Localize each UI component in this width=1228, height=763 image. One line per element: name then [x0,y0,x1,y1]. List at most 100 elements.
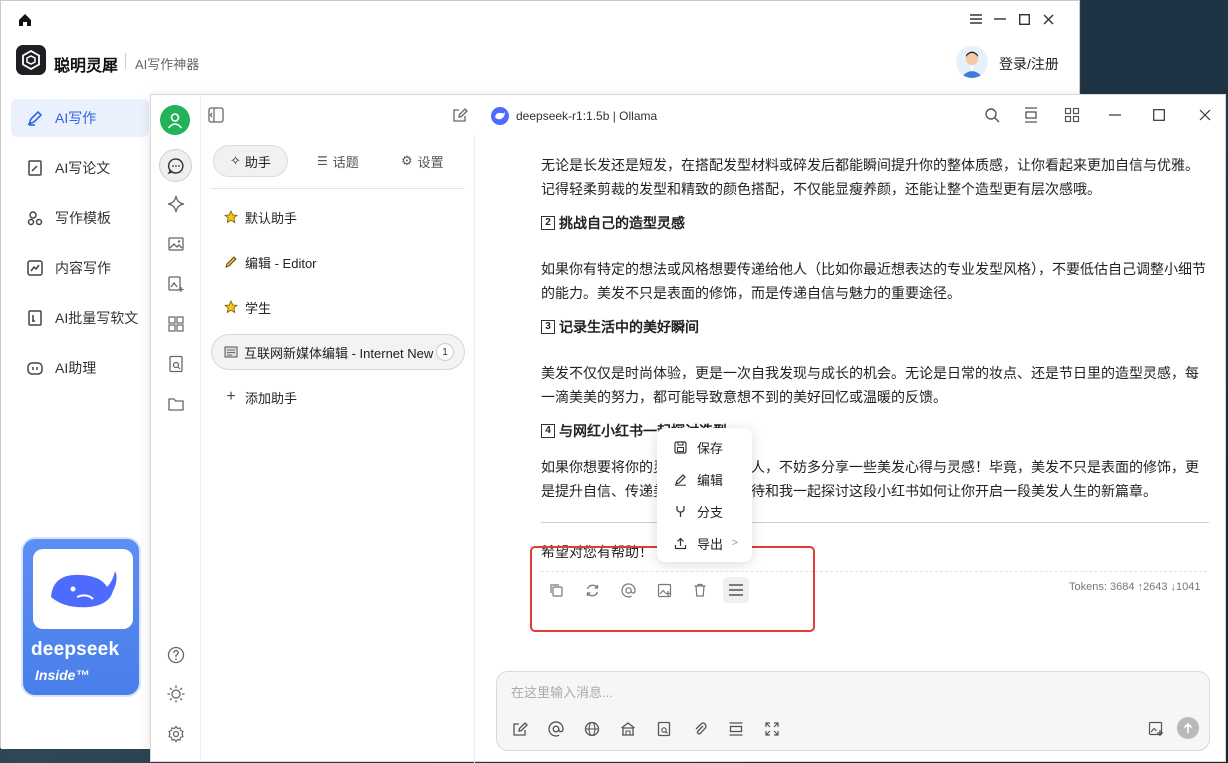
menu-item-edit[interactable]: 编辑 [657,464,752,494]
sidebar-item-batch-articles[interactable]: AI批量写软文 [11,299,149,337]
message-paragraph: 无论是长发还是短发，在搭配发型材料或碎发后都能瞬间提升你的整体质感，让你看起来更… [541,157,1199,197]
chat-icon[interactable] [159,149,192,182]
outer-titlebar [1,1,1079,37]
assistant-item[interactable]: 学生 [211,289,465,325]
at-mention-icon[interactable] [545,718,567,740]
sidebar-item-ai-assistant[interactable]: AI助理 [11,349,149,387]
sparkle-icon[interactable] [164,192,188,216]
menu-item-save[interactable]: 保存 [657,432,752,462]
attachment-clip-icon[interactable] [689,718,711,740]
profile-avatar[interactable] [160,105,190,135]
menu-item-branch[interactable]: 分支 [657,496,752,526]
model-selector[interactable]: deepseek-r1:1.5b | Ollama [491,107,657,125]
outer-sidebar: AI写作 AI写论文 写作模板 内容写作 AI批量写软文 AI助理 deepse… [1,87,151,749]
list-icon: ☰ [317,154,328,168]
desktop-wallpaper-strip [1081,0,1228,94]
assistants-panel: ✧ 助手 ☰ 话题 ⚙ 设置 默认助手 编辑 - Editor 学生 互联网新媒… [201,135,475,763]
batch-icon [25,308,45,328]
message-paragraph: 如果你想要将你的灵感分享给更多人，不妨多分享一些美发心得与灵感！毕竟，美发不只是… [541,459,1199,499]
user-avatar[interactable] [956,46,988,78]
globe-icon[interactable] [581,718,603,740]
maximize-button[interactable] [1015,10,1033,28]
chat-close-button[interactable] [1196,106,1214,124]
sparkle-icon: ✧ [230,153,241,168]
theme-sun-icon[interactable] [164,682,188,706]
deepseek-promo-card[interactable]: deepseek Inside™ [21,537,141,697]
sidebar-item-templates[interactable]: 写作模板 [11,199,149,237]
pencil-icon [223,255,239,269]
assistant-item[interactable]: 编辑 - Editor [211,244,465,280]
save-icon [673,440,687,454]
brand-tagline: AI写作神器 [135,57,200,72]
pen-icon [25,108,45,128]
send-button[interactable] [1177,717,1199,739]
add-assistant-button[interactable]: + 添加助手 [211,379,465,415]
settings-gear-icon[interactable] [164,722,188,746]
toggle-sidebar-icon[interactable] [207,106,225,124]
image-add-icon[interactable] [164,272,188,296]
home-icon[interactable] [17,12,33,28]
message-heading: 2 挑战自己的造型灵感 [541,211,685,235]
folder-icon[interactable] [164,392,188,416]
gear-icon: ⚙ [401,153,413,168]
panel-tabs: ✧ 助手 ☰ 话题 ⚙ 设置 [211,145,465,189]
chevron-right-icon: > [731,537,738,549]
image-generate-icon[interactable] [1145,718,1167,740]
sidebar-item-label: AI助理 [55,360,97,376]
document-search-icon[interactable] [653,718,675,740]
tab-settings[interactable]: ⚙ 设置 [401,145,444,177]
help-icon[interactable] [164,643,188,667]
chat-maximize-button[interactable] [1150,106,1168,124]
knowledge-base-icon[interactable] [617,718,639,740]
image-icon[interactable] [164,232,188,256]
model-title: deepseek-r1:1.5b | Ollama [516,109,658,123]
apps-grid-icon[interactable] [164,312,188,336]
assistant-item[interactable]: 默认助手 [211,199,465,235]
star-icon [223,300,239,314]
message-context-menu: 保存 编辑 分支 导出 > [657,428,752,562]
topic-count-badge: 1 [436,343,454,361]
number-box-icon: 4 [541,424,555,438]
new-chat-icon[interactable] [451,106,469,124]
fit-width-icon[interactable] [1022,106,1040,124]
message-composer [496,671,1210,751]
message-divider [541,522,1209,523]
tab-topics[interactable]: ☰ 话题 [317,145,359,177]
deepseek-wordmark: deepseek [31,639,120,660]
tab-assistants[interactable]: ✧ 助手 [213,145,288,177]
context-clear-icon[interactable] [725,718,747,740]
minimize-button[interactable] [991,10,1009,28]
sidebar-item-label: 写作模板 [55,210,111,226]
assistant-item-active[interactable]: 互联网新媒体编辑 - Internet New 1 [211,334,465,370]
template-icon [25,208,45,228]
message-paragraph: 美发不仅仅是时尚体验，更是一次自我发现与成长的机会。无论是日常的妆点、还是节日里… [541,365,1199,405]
chat-window: deepseek-r1:1.5b | Ollama ✧ 助手 ☰ 话题 ⚙ 设置… [150,94,1226,763]
menu-item-label: 导出 [697,536,724,552]
assistant-label: 互联网新媒体编辑 - Internet New [244,345,434,361]
robot-icon [25,358,45,378]
sidebar-item-ai-paper[interactable]: AI写论文 [11,149,149,187]
chat-minimize-button[interactable] [1106,106,1124,124]
search-icon[interactable] [983,106,1001,124]
expand-fullscreen-icon[interactable] [761,718,783,740]
message-input[interactable] [511,680,1111,704]
menu-item-export[interactable]: 导出 > [657,528,752,558]
message-paragraph: 如果你有特定的想法或风格想要传递给他人（比如你最近想表达的专业发型风格），不要低… [541,261,1206,301]
menu-item-label: 分支 [697,504,724,520]
chat-toolbar: deepseek-r1:1.5b | Ollama [151,95,1225,135]
sidebar-item-ai-writing[interactable]: AI写作 [11,99,149,137]
document-search-icon[interactable] [164,352,188,376]
menu-icon[interactable] [967,10,985,28]
login-register-link[interactable]: 登录/注册 [999,54,1059,74]
add-assistant-label: 添加助手 [245,390,298,406]
assistant-label: 学生 [245,300,272,316]
deepseek-model-icon [491,107,509,125]
deepseek-inside-label: Inside™ [35,667,90,683]
compose-edit-icon[interactable] [509,718,531,740]
sidebar-item-content-writing[interactable]: 内容写作 [11,249,149,287]
close-button[interactable] [1039,10,1057,28]
sidebar-item-label: AI批量写软文 [55,310,139,326]
deepseek-whale-icon [33,549,133,629]
grid-apps-icon[interactable] [1063,106,1081,124]
branch-icon [673,504,687,518]
